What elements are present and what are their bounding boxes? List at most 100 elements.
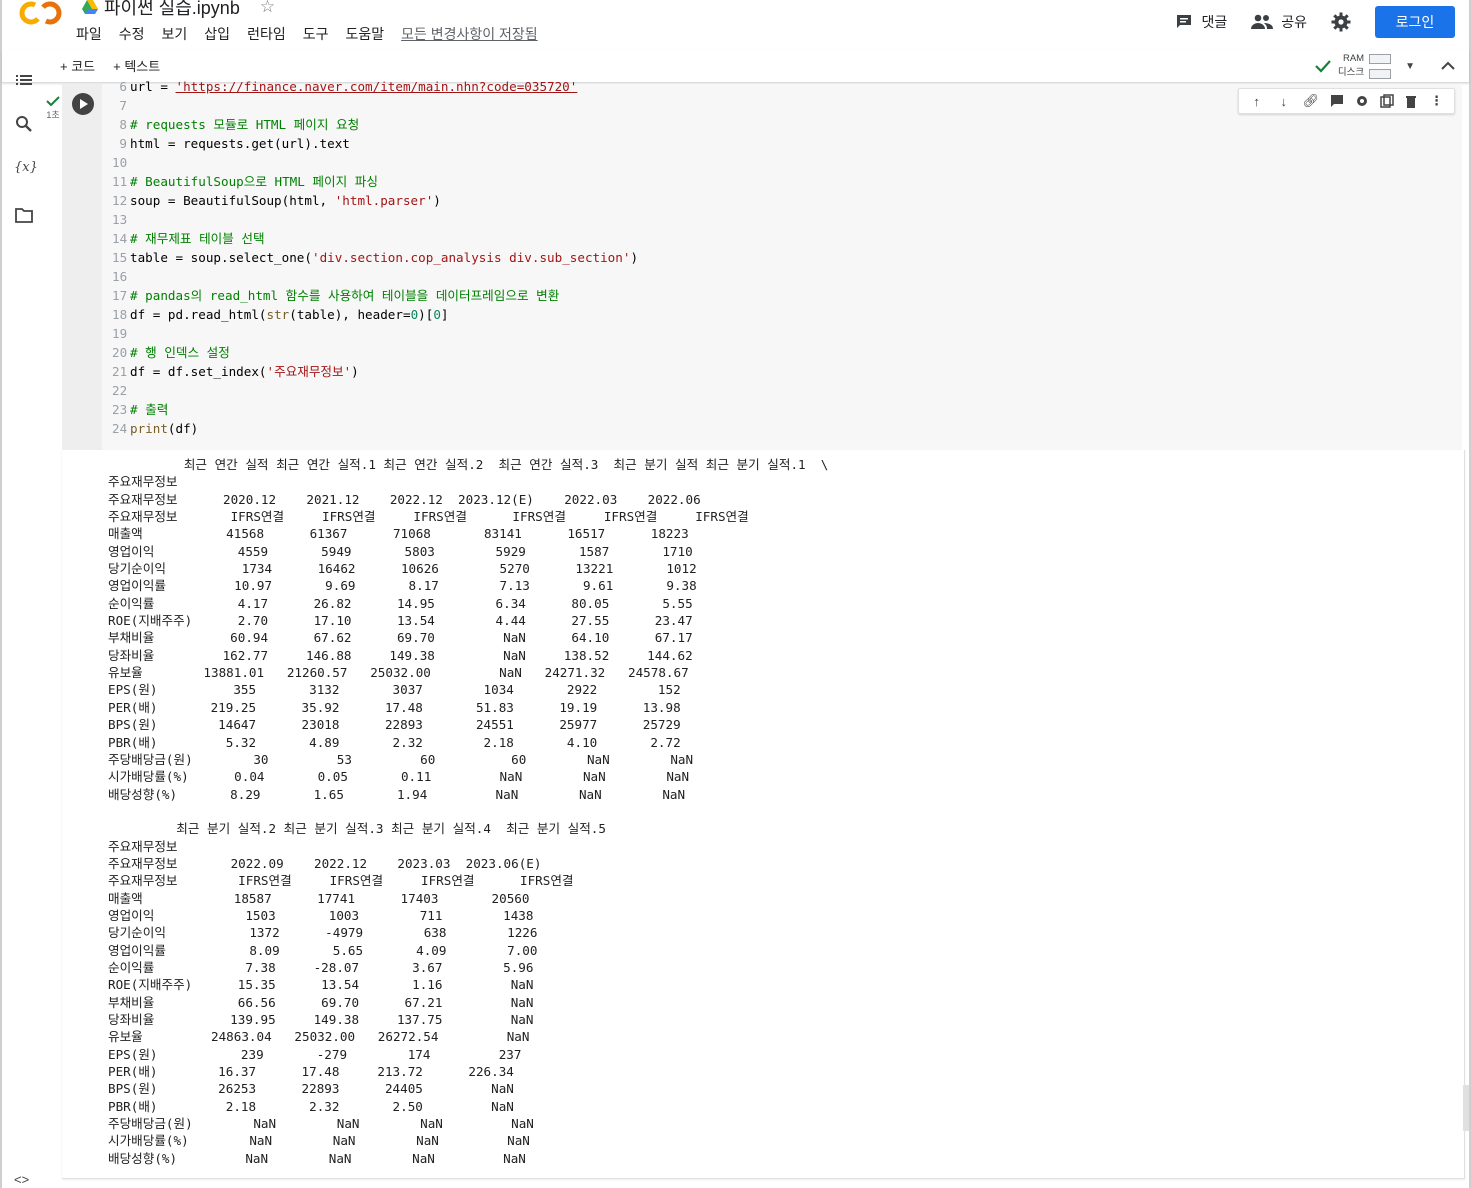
menu-tools[interactable]: 도구 xyxy=(303,24,329,44)
code-editor[interactable]: 6 url = 'https://finance.naver.com/item/m… xyxy=(102,79,1462,450)
code-line[interactable]: 21 df = df.set_index('주요재무정보') xyxy=(112,362,359,381)
line-number: 21 xyxy=(112,364,128,379)
save-status[interactable]: 모든 변경사항이 저장됨 xyxy=(401,24,538,44)
share-label: 공유 xyxy=(1281,14,1307,30)
line-number: 16 xyxy=(112,269,128,284)
login-button[interactable]: 로그인 xyxy=(1375,6,1455,38)
chevron-up-icon[interactable] xyxy=(1441,61,1455,71)
output-text: 최근 연간 실적 최근 연간 실적.1 최근 연간 실적.2 최근 연간 실적.… xyxy=(108,457,829,1166)
move-down-icon[interactable]: ↓ xyxy=(1276,93,1292,109)
code-text: html = requests.get(url).text xyxy=(130,136,350,151)
toolbar-add-buttons: + 코드 + 텍스트 xyxy=(60,56,160,75)
code-text: # 재무제표 테이블 선택 xyxy=(130,231,265,246)
header-actions: 댓글 공유 로그인 xyxy=(1175,6,1455,38)
line-number: 14 xyxy=(112,231,128,246)
code-line[interactable]: 7 xyxy=(112,96,130,115)
table-of-contents-icon[interactable] xyxy=(14,70,34,90)
drive-icon xyxy=(82,0,98,14)
code-line[interactable]: 6 url = 'https://finance.naver.com/item/m… xyxy=(112,77,577,96)
menu-help[interactable]: 도움말 xyxy=(345,24,384,44)
code-line[interactable]: 15 table = soup.select_one('div.section.c… xyxy=(112,248,638,267)
line-number: 23 xyxy=(112,402,128,417)
scrollbar-thumb[interactable] xyxy=(1463,1085,1469,1131)
code-text: url = 'https://finance.naver.com/item/ma… xyxy=(130,79,578,94)
notebook-title-text[interactable]: 파이썬 실습.ipynb xyxy=(104,0,240,20)
code-text: table = soup.select_one('div.section.cop… xyxy=(130,250,639,265)
code-line[interactable]: 18 df = pd.read_html(str(table), header=0… xyxy=(112,305,449,324)
run-cell-button[interactable] xyxy=(72,93,94,115)
runtime-status: RAM 디스크 ▼ xyxy=(1314,50,1455,82)
line-number: 13 xyxy=(112,212,128,227)
mirror-cell-icon[interactable] xyxy=(1380,94,1394,108)
code-line[interactable]: 8 # requests 모듈로 HTML 페이지 요청 xyxy=(112,115,359,134)
code-line[interactable]: 12 soup = BeautifulSoup(html, 'html.parse… xyxy=(112,191,441,210)
code-line[interactable]: 16 xyxy=(112,267,130,286)
resource-meters[interactable] xyxy=(1369,53,1392,79)
resource-labels[interactable]: RAM 디스크 xyxy=(1338,52,1364,80)
code-text: print(df) xyxy=(130,421,199,436)
line-number: 18 xyxy=(112,307,128,322)
menu-bar: 파일 수정 보기 삽입 런타임 도구 도움말 모든 변경사항이 저장됨 xyxy=(76,24,555,44)
menu-file[interactable]: 파일 xyxy=(76,24,102,44)
code-line[interactable]: 11 # BeautifulSoup으로 HTML 페이지 파싱 xyxy=(112,172,378,191)
cell-toolbar: ↑ ↓ 🔗︎ ⋮ xyxy=(1238,88,1455,114)
move-up-icon[interactable]: ↑ xyxy=(1249,93,1265,109)
code-line[interactable]: 24 print(df) xyxy=(112,419,198,438)
execution-time: 1초 xyxy=(46,110,60,120)
code-text: df = df.set_index('주요재무정보') xyxy=(130,364,359,379)
line-number: 12 xyxy=(112,193,128,208)
code-line[interactable]: 10 xyxy=(112,153,130,172)
line-number: 17 xyxy=(112,288,128,303)
line-number: 19 xyxy=(112,326,128,341)
search-icon[interactable] xyxy=(14,114,34,134)
colab-logo-icon[interactable] xyxy=(19,0,63,28)
executed-check-icon xyxy=(46,96,60,106)
code-line[interactable]: 9 html = requests.get(url).text xyxy=(112,134,350,153)
people-icon xyxy=(1251,14,1274,29)
line-number: 24 xyxy=(112,421,128,436)
link-icon[interactable]: 🔗︎ xyxy=(1303,93,1320,109)
check-icon xyxy=(1315,60,1331,73)
line-number: 9 xyxy=(119,136,127,151)
star-icon[interactable]: ☆ xyxy=(260,0,275,17)
comment-button[interactable]: 댓글 xyxy=(1175,12,1227,32)
menu-insert[interactable]: 삽입 xyxy=(204,24,230,44)
comment-icon xyxy=(1177,15,1192,28)
cell-settings-icon[interactable] xyxy=(1355,94,1369,108)
code-line[interactable]: 19 xyxy=(112,324,130,343)
folder-icon[interactable] xyxy=(14,205,34,225)
code-text: # 행 인덱스 설정 xyxy=(130,345,230,360)
app-header: 파이썬 실습.ipynb ☆ 파일 수정 보기 삽입 런타임 도구 도움말 모든… xyxy=(2,0,1469,48)
more-vert-icon[interactable]: ⋮ xyxy=(1428,93,1444,109)
code-text: df = pd.read_html(str(table), header=0)[… xyxy=(130,307,449,322)
code-line[interactable]: 20 # 행 인덱스 설정 xyxy=(112,343,230,362)
menu-edit[interactable]: 수정 xyxy=(119,24,145,44)
code-text: # BeautifulSoup으로 HTML 페이지 파싱 xyxy=(130,174,378,189)
line-number: 11 xyxy=(112,174,128,189)
add-code-button[interactable]: + 코드 xyxy=(60,56,95,75)
chevron-down-icon[interactable]: ▼ xyxy=(1405,61,1415,72)
code-line[interactable]: 23 # 출력 xyxy=(112,400,168,419)
play-icon xyxy=(80,99,88,109)
menu-runtime[interactable]: 런타임 xyxy=(247,24,286,44)
disk-meter xyxy=(1369,68,1392,79)
code-line[interactable]: 17 # pandas의 read_html 함수를 사용하여 테이블을 데이터프… xyxy=(112,286,559,305)
code-line[interactable]: 14 # 재무제표 테이블 선택 xyxy=(112,229,265,248)
code-line[interactable]: 13 xyxy=(112,210,130,229)
comment-cell-icon[interactable] xyxy=(1330,94,1344,108)
settings-button[interactable] xyxy=(1331,12,1351,32)
code-line[interactable]: 22 xyxy=(112,381,130,400)
menu-view[interactable]: 보기 xyxy=(162,24,188,44)
line-number: 6 xyxy=(119,79,127,94)
line-number: 7 xyxy=(119,98,127,113)
delete-icon[interactable] xyxy=(1405,94,1417,108)
cell-gutter xyxy=(62,84,102,450)
code-brackets-icon[interactable]: <> xyxy=(14,1172,29,1187)
add-text-button[interactable]: + 텍스트 xyxy=(113,56,160,75)
ram-meter xyxy=(1369,53,1392,64)
share-button[interactable]: 공유 xyxy=(1251,12,1307,32)
variables-icon[interactable]: {x} xyxy=(14,160,38,180)
gear-icon xyxy=(1331,12,1351,32)
cell-output: 최근 연간 실적 최근 연간 실적.1 최근 연간 실적.2 최근 연간 실적.… xyxy=(62,450,1465,1179)
notebook-title[interactable]: 파이썬 실습.ipynb ☆ xyxy=(82,0,275,20)
